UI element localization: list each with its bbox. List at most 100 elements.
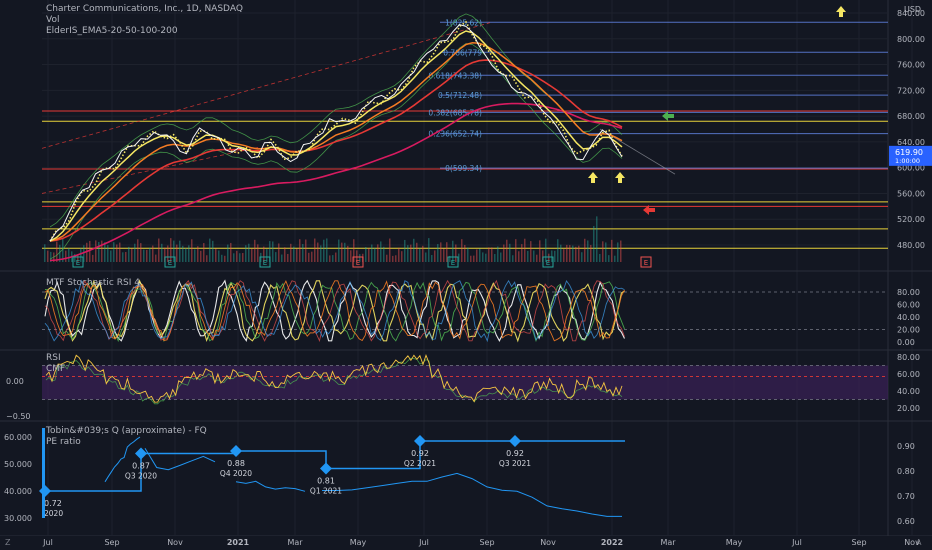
x-tick-label: Sep xyxy=(479,538,494,547)
pe-y-tick: 60.000 xyxy=(4,433,32,442)
envelope-lower xyxy=(49,43,623,260)
volume-bar xyxy=(581,252,583,262)
rsi-pane xyxy=(42,353,888,405)
tobin-y-tick: 0.70 xyxy=(897,492,915,501)
volume-bar xyxy=(332,255,334,262)
rsi-band xyxy=(42,365,888,400)
volume-bar xyxy=(194,249,196,262)
y-tick-label: 560.00 xyxy=(897,189,925,198)
volume-bar xyxy=(155,254,157,262)
volume-bar xyxy=(485,253,487,262)
tobin-title: Tobin&#039;s Q (approximate) - FQ xyxy=(46,426,207,436)
volume-bar xyxy=(575,246,577,262)
volume-bar xyxy=(566,244,568,262)
volume-bar xyxy=(392,255,394,262)
volume-bar xyxy=(365,246,367,262)
volume-bar xyxy=(512,255,514,262)
volume-bar xyxy=(47,250,49,262)
stoch-rsi-pane xyxy=(42,279,888,343)
volume-bar xyxy=(212,240,214,262)
volume-bar xyxy=(425,252,427,262)
volume-bar xyxy=(386,254,388,262)
volume-bar xyxy=(368,248,370,262)
volume-bar xyxy=(149,247,151,262)
volume-bar xyxy=(245,245,247,262)
stoch-y-tick: 20.00 xyxy=(897,326,920,335)
volume-bar xyxy=(299,239,301,262)
volume-bar xyxy=(503,244,505,262)
volume-bar xyxy=(599,254,601,262)
volume-bar xyxy=(539,240,541,262)
volume-bar xyxy=(593,225,595,262)
close-line xyxy=(49,24,623,242)
fib-label: 0(599.34) xyxy=(445,164,482,173)
y-tick-label: 760.00 xyxy=(897,61,925,70)
ema-20 xyxy=(49,30,623,242)
volume-bar xyxy=(470,255,472,262)
volume-bar xyxy=(125,252,127,262)
volume-bar xyxy=(191,239,193,262)
volume-bar xyxy=(119,242,121,262)
price-badge-sub: 1:00:00 xyxy=(895,157,920,165)
ema-5 xyxy=(49,20,623,242)
x-tick-label: Nov xyxy=(540,538,556,547)
rsi-y-tick: 80.00 xyxy=(897,353,920,362)
volume-bar xyxy=(146,249,148,262)
volume-bar xyxy=(68,247,70,262)
volume-bar xyxy=(440,242,442,262)
legend-header: Charter Communications, Inc., 1D, NASDAQ… xyxy=(46,4,243,37)
volume-bar xyxy=(230,242,232,262)
x-tick-label: Jul xyxy=(791,538,802,547)
volume-bar xyxy=(551,250,553,262)
volume-bar xyxy=(515,239,517,262)
volume-bar xyxy=(161,243,163,262)
volume-bar xyxy=(605,242,607,262)
fib-label: 0.5(712.48) xyxy=(438,91,482,100)
volume-bar xyxy=(578,245,580,262)
volume-bar xyxy=(584,238,586,262)
tobin-left-bar xyxy=(42,428,45,518)
volume-bar xyxy=(305,239,307,262)
volume-bar xyxy=(335,252,337,262)
volume-bar xyxy=(242,253,244,262)
volume-bar xyxy=(524,238,526,262)
tobin-value-label: 0.92 xyxy=(506,449,524,458)
volume-bar xyxy=(287,253,289,262)
volume-bar xyxy=(557,239,559,262)
volume-bar xyxy=(200,250,202,262)
volume-bar xyxy=(311,251,313,262)
stoch-title: MTF Stochastic RSI 4 xyxy=(46,278,140,288)
volume-bar xyxy=(314,238,316,262)
volume-bar xyxy=(620,240,622,262)
volume-bar xyxy=(464,244,466,262)
volume-bar xyxy=(92,254,94,262)
currency-label: USD xyxy=(904,5,921,14)
rsi-y-tick: 20.00 xyxy=(897,404,920,413)
volume-bars xyxy=(44,216,622,262)
volume-bar xyxy=(596,216,598,262)
tobin-y-tick: 0.90 xyxy=(897,442,915,451)
volume-bar xyxy=(320,245,322,262)
volume-bar xyxy=(437,244,439,262)
volume-bar xyxy=(182,245,184,262)
volume-bar xyxy=(290,243,292,262)
earnings-letter: E xyxy=(168,259,172,267)
volume-bar xyxy=(248,243,250,262)
volume-bar xyxy=(101,240,103,262)
volume-bar xyxy=(203,243,205,262)
volume-bar xyxy=(497,246,499,262)
tobin-period-label: Q2 2021 xyxy=(404,459,436,468)
volume-bar xyxy=(254,239,256,262)
volume-bar xyxy=(95,240,97,262)
volume-label: Vol xyxy=(46,15,60,25)
volume-bar xyxy=(236,250,238,262)
tobin-value-label: 0.88 xyxy=(227,459,245,468)
tobin-period-label: Q3 2021 xyxy=(499,459,531,468)
chart-canvas[interactable]: 1(825.62)0.786(7790.618(743.38)0.5(712.4… xyxy=(0,0,932,550)
volume-bar xyxy=(518,251,520,262)
tobin-value-label: 0.72 xyxy=(44,499,62,508)
volume-bar xyxy=(383,246,385,262)
volume-bar xyxy=(434,250,436,262)
volume-bar xyxy=(65,250,67,262)
volume-bar xyxy=(89,240,91,262)
